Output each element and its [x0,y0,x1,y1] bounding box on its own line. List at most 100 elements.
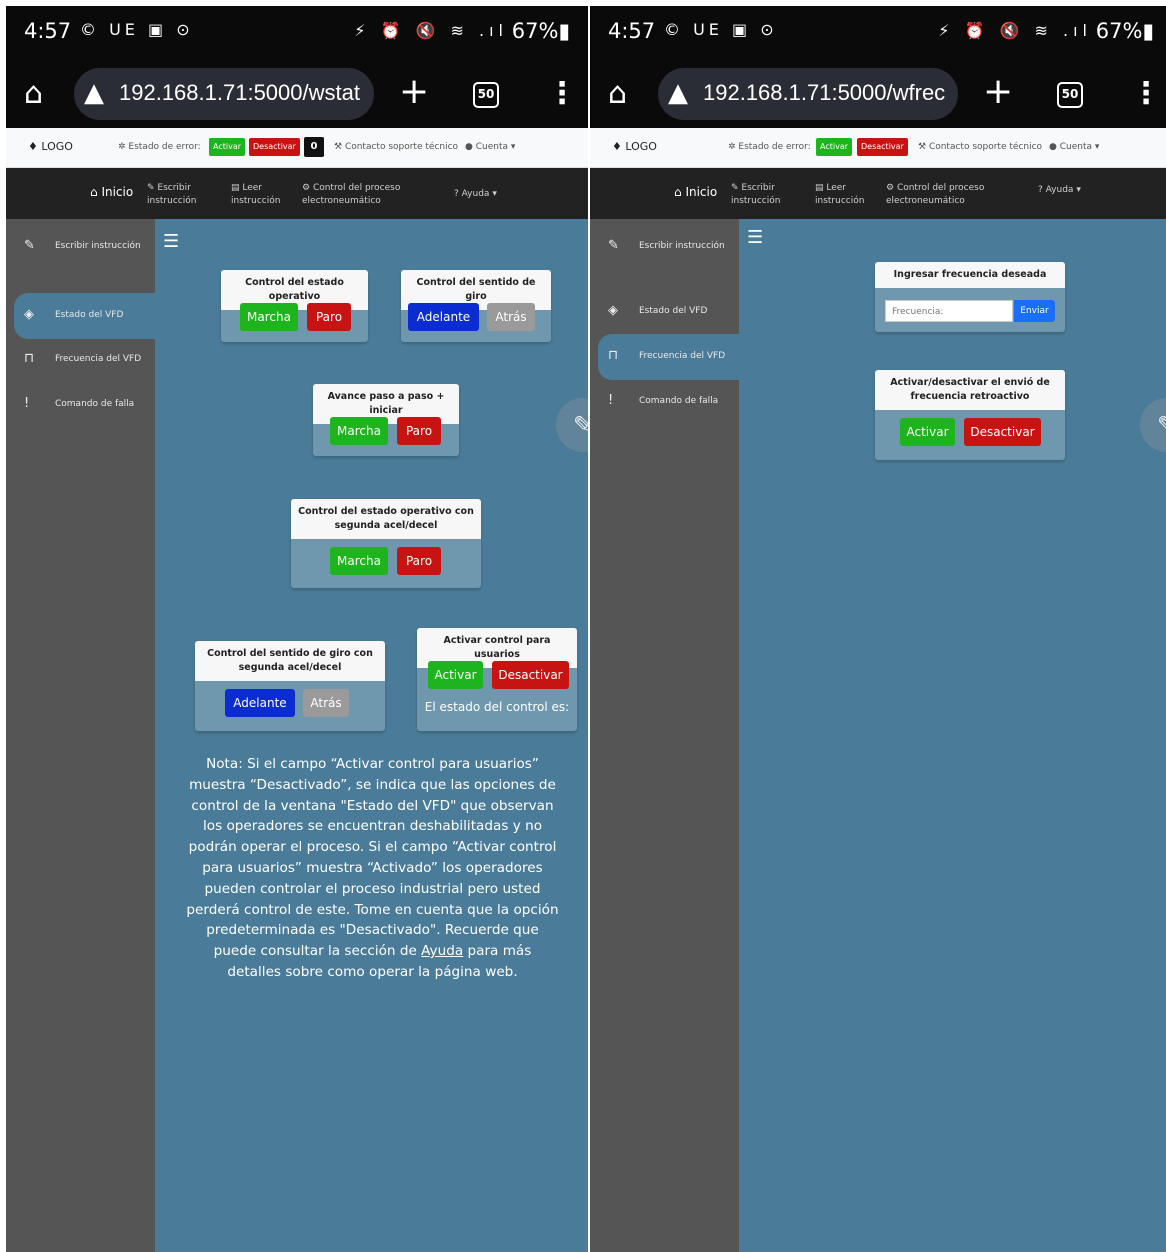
card-rotation-direction: Control del sentido de giro Adelante Atr… [401,270,551,342]
error-state-text: Estado de error: [738,142,811,152]
edit-fab-pencil-icon[interactable]: ✎ [556,398,588,452]
edit-icon: ✎ [24,238,35,253]
sidebar-item-vfd-state[interactable]: ◈ Estado del VFD [14,293,155,339]
logo-text: LOGO [625,140,657,153]
stop-button[interactable]: Paro [307,303,351,331]
error-activate-button[interactable]: Activar [209,138,246,156]
url-text[interactable]: 192.168.1.71:5000/wfrec [703,80,953,106]
error-count-badge: 0 [304,137,324,157]
reverse-button[interactable]: Atrás [487,303,535,331]
error-deactivate-button[interactable]: Desactivar [249,138,300,156]
screen-vfd-frequency: 4:57 © UE ▣ ⊙ ⚡ ⏰ 🔇 ≋ .ıl 67%▮ ⌂ ▲ 192.1… [590,6,1166,1252]
card-frequency-feedback: Activar/desactivar el envió de frecuenci… [875,370,1065,460]
main-content: ☰ Control del estado operativo Marcha Pa… [155,219,588,1252]
sidebar-item-write-instruction[interactable]: ✎ Escribir instrucción [6,224,155,270]
error-state-label: ✲ Estado de error: [118,142,201,152]
warning-icon[interactable]: ▲ [668,78,688,108]
more-menu-icon[interactable]: ⋮ [1131,76,1161,112]
system-icons: ⚡ ⏰ 🔇 ≋ .ıl [938,21,1092,40]
stop-button[interactable]: Paro [397,547,441,575]
new-tab-icon[interactable]: + [983,72,1013,112]
list-toggle-icon[interactable]: ☰ [747,227,763,248]
home-icon[interactable]: ⌂ [608,77,642,111]
card-operating-state: Control del estado operativo Marcha Paro [221,270,368,342]
sidebar-item-vfd-state[interactable]: ◈ Estado del VFD [590,289,739,335]
more-menu-icon[interactable]: ⋮ [547,76,577,112]
nav-help-dropdown[interactable]: ? Ayuda ▾ [454,188,497,201]
url-text[interactable]: 192.168.1.71:5000/wstat [119,80,369,106]
account-dropdown[interactable]: ● Cuenta ▾ [465,142,515,152]
error-activate-button[interactable]: Activar [816,138,853,156]
control-state-text: El estado del control es: [424,700,570,714]
main-navbar: ⌂ Inicio ✎ Escribir instrucción ▤ Leer ins… [6,168,588,219]
reverse-button[interactable]: Atrás [303,689,349,717]
support-link[interactable]: ⚒ Contacto soporte técnico [334,142,458,152]
nav-home-text: Inicio [685,185,718,199]
logo[interactable]: ♦ LOGO [612,140,657,153]
nav-process-text-1: Control del proceso [312,183,401,193]
forward-button[interactable]: Adelante [408,303,479,331]
list-toggle-icon[interactable]: ☰ [163,231,179,252]
forward-button[interactable]: Adelante [225,689,295,717]
signal-wave-icon: ⊓ [24,351,35,366]
help-link[interactable]: Ayuda [421,943,463,959]
activate-button[interactable]: Activar [428,661,483,689]
frequency-input[interactable]: Frecuencia: [885,300,1013,322]
nav-home[interactable]: ⌂ Inicio [90,185,133,199]
nav-read-text-1: Leer [242,183,263,193]
clock: 4:57 [24,19,72,43]
address-bar[interactable]: ▲ 192.168.1.71:5000/wfrec [658,68,958,120]
sidebar-item-vfd-frequency[interactable]: ⊓ Frecuencia del VFD [6,337,155,383]
browser-toolbar: ⌂ ▲ 192.168.1.71:5000/wfrec + 50 ⋮ [590,62,1166,128]
nav-write-instruction[interactable]: ✎ Escribir instrucción [147,182,196,208]
tabs-counter-icon[interactable]: 50 [473,82,499,108]
card-title: Control del sentido de giro con segunda … [195,641,385,681]
stop-button[interactable]: Paro [397,417,441,445]
activate-button[interactable]: Activar [900,418,955,446]
sidebar-item-fault-command[interactable]: ! Comando de falla [6,382,155,428]
layers-icon: ◈ [24,307,34,322]
sidebar: ✎ Escribir instrucción ◈ Estado del VFD ⊓ F… [6,219,155,1252]
warning-icon[interactable]: ▲ [84,78,104,108]
support-link[interactable]: ⚒ Contacto soporte técnico [918,142,1042,152]
address-bar[interactable]: ▲ 192.168.1.71:5000/wstat [74,68,374,120]
sidebar-item-fault-command[interactable]: ! Comando de falla [590,379,739,425]
nav-write-text-1: Escribir [741,183,775,193]
logo[interactable]: ♦ LOGO [28,140,73,153]
nav-write-instruction[interactable]: ✎ Escribir instrucción [731,182,780,208]
run-button[interactable]: Marcha [330,547,388,575]
main-navbar: ⌂ Inicio ✎ Escribir instrucción ▤ Leer ins… [590,168,1166,219]
nav-read-instruction[interactable]: ▤ Leer instrucción [231,182,280,208]
error-deactivate-button[interactable]: Desactivar [857,138,908,156]
nav-read-text-1: Leer [826,183,847,193]
sidebar-item-label: Frecuencia del VFD [639,351,726,361]
nav-process-control[interactable]: ⚙ Control del proceso electroneumático [302,182,400,208]
nav-process-control[interactable]: ⚙ Control del proceso electroneumático [886,182,984,208]
sidebar-item-label: Estado del VFD [639,306,708,316]
deactivate-button[interactable]: Desactivar [492,661,569,689]
run-button[interactable]: Marcha [240,303,298,331]
notification-icons: © UE ▣ ⊙ [80,20,194,39]
top-navbar: ♦ LOGO ✲ Estado de error: Activar Desact… [6,128,588,168]
tabs-counter-icon[interactable]: 50 [1057,82,1083,108]
edit-fab-pencil-icon[interactable]: ✎ [1140,398,1166,452]
sidebar-item-write-instruction[interactable]: ✎ Escribir instrucción [590,224,739,270]
new-tab-icon[interactable]: + [399,72,429,112]
nav-help-dropdown[interactable]: ? Ayuda ▾ [1038,184,1081,197]
run-button[interactable]: Marcha [330,417,388,445]
card-title: Activar/desactivar el envió de frecuenci… [875,370,1065,410]
home-icon[interactable]: ⌂ [24,77,58,111]
sidebar-item-label: Frecuencia del VFD [55,354,142,364]
nav-home-text: Inicio [101,185,134,199]
nav-read-instruction[interactable]: ▤ Leer instrucción [815,182,864,208]
status-bar: 4:57 © UE ▣ ⊙ ⚡ ⏰ 🔇 ≋ .ıl 67%▮ [590,6,1166,62]
send-button[interactable]: Enviar [1014,300,1055,322]
nav-read-text-2: instrucción [815,196,865,206]
deactivate-button[interactable]: Desactivar [964,418,1041,446]
sidebar-item-vfd-frequency[interactable]: ⊓ Frecuencia del VFD [598,334,739,380]
card-title: Control del estado operativo con segunda… [291,499,481,539]
support-text: Contacto soporte técnico [344,142,459,152]
nav-home[interactable]: ⌂ Inicio [674,185,717,199]
account-dropdown[interactable]: ● Cuenta ▾ [1049,142,1099,152]
support-text: Contacto soporte técnico [928,142,1043,152]
